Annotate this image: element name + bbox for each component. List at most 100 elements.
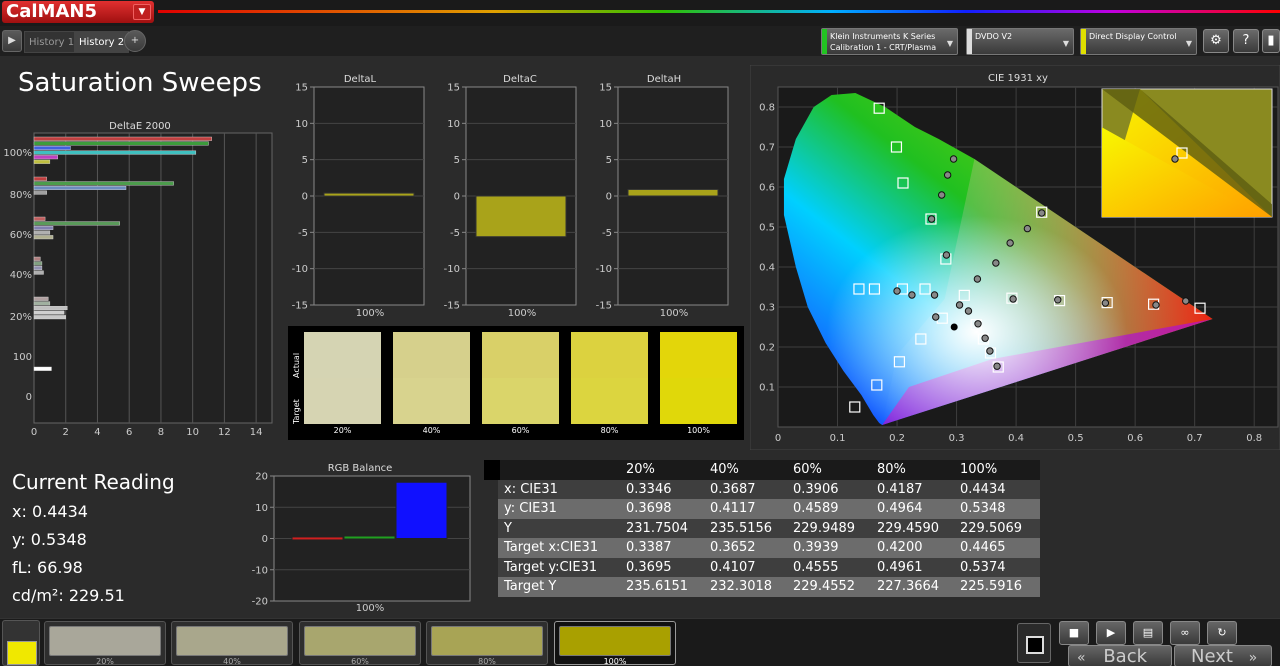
patch-button[interactable]: 80% xyxy=(426,621,548,666)
actual-label-wrap: Actual xyxy=(290,340,302,380)
patch-button[interactable]: 40% xyxy=(171,621,293,666)
delta-y-tick: 5 xyxy=(302,155,308,166)
cie-actual-marker xyxy=(1054,296,1062,304)
play-icon[interactable]: ▶ xyxy=(2,30,22,52)
delta-y-tick: -10 xyxy=(444,264,460,275)
reading-y: y: 0.5348 xyxy=(12,530,87,549)
back-button[interactable]: « Back xyxy=(1068,645,1172,666)
rgb-category-label: 100% xyxy=(356,603,385,614)
current-reading-panel: Current Reading x: 0.4434 y: 0.5348 fL: … xyxy=(12,470,175,614)
table-cell: 0.3695 xyxy=(626,559,672,575)
deltae-bar xyxy=(33,146,71,151)
delta-y-tick: 10 xyxy=(447,119,460,130)
deltal-chart-title: DeltaL xyxy=(344,74,377,85)
rgb-y-tick: 0 xyxy=(262,534,268,545)
cie-actual-marker xyxy=(1152,301,1160,309)
next-button[interactable]: Next » xyxy=(1174,645,1272,666)
patch-color xyxy=(431,626,543,656)
meter-device-select[interactable]: Klein Instruments K Series Calibration 1… xyxy=(821,28,958,55)
cie-y-tick: 0.5 xyxy=(759,223,775,234)
deltae-bar xyxy=(33,305,68,310)
deltae-y-tick: 20% xyxy=(10,312,32,323)
patch-label: 40% xyxy=(223,657,241,666)
save-icon[interactable]: ▤ xyxy=(1133,621,1163,645)
help-icon[interactable]: ? xyxy=(1233,29,1259,53)
display-name: Direct Display Control xyxy=(1089,32,1177,41)
next-button-label: Next xyxy=(1191,646,1233,666)
table-row: y: CIE31 0.3698 0.4117 0.4589 0.4964 0.5348 xyxy=(498,499,1040,519)
delta-bar xyxy=(475,195,567,238)
deltae-bar xyxy=(33,181,174,186)
deltae-bar xyxy=(33,296,49,301)
current-patch-color xyxy=(7,641,37,665)
tab-history-2[interactable]: History 2 xyxy=(74,31,130,53)
plus-icon[interactable]: + xyxy=(124,30,146,52)
deltae-y-tick: 60% xyxy=(10,230,32,241)
delta-bar xyxy=(323,192,415,197)
delta-bar xyxy=(627,188,719,197)
table-row-label: Y xyxy=(504,520,512,536)
patch-color xyxy=(49,626,161,656)
color-swatch xyxy=(660,332,737,424)
cie-y-tick: 0.4 xyxy=(759,263,775,274)
cie-actual-marker xyxy=(927,215,936,223)
color-swatch xyxy=(304,332,381,424)
patch-button[interactable]: 20% xyxy=(44,621,166,666)
table-cell: 0.4964 xyxy=(877,501,923,516)
deltah-category-label: 100% xyxy=(660,308,689,319)
deltae-bar xyxy=(33,256,41,261)
cie-actual-marker xyxy=(1182,297,1190,305)
table-cell: 0.3939 xyxy=(793,540,839,555)
reading-fl: fL: 66.98 xyxy=(12,558,83,577)
patch-button[interactable]: 100% xyxy=(554,621,676,666)
deltae-bar xyxy=(33,301,51,306)
app-logo[interactable]: CalMAN5 ▼ xyxy=(2,1,154,23)
play-icon[interactable]: ▶ xyxy=(1096,621,1126,645)
cie-y-tick: 0.6 xyxy=(759,183,775,194)
table-cell: 0.4555 xyxy=(793,559,839,575)
stop-icon[interactable]: ■ xyxy=(1059,621,1089,645)
loop-icon[interactable]: ∞ xyxy=(1170,621,1200,645)
tab-history-1[interactable]: History 1 xyxy=(24,31,80,53)
rgb-chart-title: RGB Balance xyxy=(328,463,393,474)
refresh-icon[interactable]: ↻ xyxy=(1207,621,1237,645)
delta-y-tick: 15 xyxy=(599,83,612,94)
deltae-bar xyxy=(33,261,43,266)
cie-actual-marker xyxy=(993,362,1001,370)
table-cell: 0.4107 xyxy=(710,559,756,575)
source-device-select[interactable]: DVDO V2 ▼ xyxy=(966,28,1074,55)
deltac-chart: DeltaC 15 10 5 0 -5 -10 -15 100% xyxy=(444,74,577,319)
patch-button[interactable]: 60% xyxy=(299,621,421,666)
table-cell: 227.3664 xyxy=(877,579,940,594)
cie-actual-marker xyxy=(930,291,939,299)
display-device-select[interactable]: Direct Display Control ▼ xyxy=(1080,28,1197,55)
cie-actual-marker xyxy=(1101,299,1110,307)
cie-x-tick: 0.4 xyxy=(1008,433,1024,444)
delta-y-tick: 10 xyxy=(599,119,612,130)
gear-icon[interactable]: ⚙ xyxy=(1203,29,1229,53)
cie-actual-marker xyxy=(1023,224,1032,233)
cie-actual-marker xyxy=(973,275,982,283)
table-cell: 231.7504 xyxy=(626,520,689,536)
table-row: Target x:CIE31 0.3387 0.3652 0.3939 0.4200 0.… xyxy=(498,538,1040,558)
deltae-y-tick: 0 xyxy=(26,392,32,403)
delta-y-tick: 0 xyxy=(454,192,460,203)
deltae-bar xyxy=(33,185,127,190)
logo-text: CalMAN xyxy=(6,1,85,22)
cie-actual-marker xyxy=(974,320,982,328)
table-cell: 229.4552 xyxy=(793,579,856,594)
measurement-table: 20% 40% 60% 80% 100% x: CIE31 0.3346 0.3687 0.39… xyxy=(484,460,1040,597)
inset-actual-marker xyxy=(1171,155,1179,163)
cie-actual-marker xyxy=(964,307,973,315)
cie-x-tick: 0.6 xyxy=(1127,433,1143,444)
source-status-bar xyxy=(967,29,972,54)
deltal-category-label: 100% xyxy=(356,308,385,319)
delta-y-tick: 0 xyxy=(302,192,308,203)
delta-y-tick: -5 xyxy=(450,228,460,239)
cie-y-tick: 0.8 xyxy=(759,103,775,114)
deltae-bar xyxy=(33,150,197,155)
table-cell: 0.4589 xyxy=(793,501,839,516)
stop-square-icon[interactable] xyxy=(1017,623,1051,663)
caret-down-icon[interactable]: ▼ xyxy=(133,4,151,20)
tool-icon[interactable]: ▮ xyxy=(1262,29,1280,53)
